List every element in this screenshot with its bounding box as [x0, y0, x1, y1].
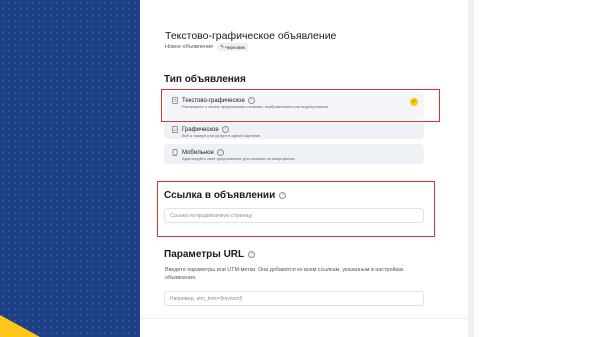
url-params-heading-label: Параметры URL — [164, 249, 245, 260]
ad-type-option-label: Графическое — [182, 126, 219, 133]
document-icon — [172, 97, 178, 104]
background-pattern — [0, 0, 140, 337]
ad-type-option-description: Всё о товаре или услуге в одной картинке — [182, 133, 261, 138]
page-title: Текстово-графическое объявление — [165, 30, 337, 42]
ad-type-option-description: Расскажите о своём предложении словами, … — [182, 104, 328, 109]
right-panel — [474, 0, 600, 337]
ad-type-option-label: Текстово-графическое — [182, 97, 245, 104]
url-params-input[interactable] — [164, 291, 424, 306]
ad-link-input[interactable] — [164, 208, 424, 223]
help-icon[interactable]: ? — [221, 126, 229, 133]
ad-type-option-description: Адаптируйте своё предложение для показов… — [182, 156, 295, 161]
ad-type-option-title: Графическое ? — [182, 126, 229, 133]
help-icon[interactable]: ? — [279, 192, 287, 199]
link-heading-label: Ссылка в объявлении — [164, 190, 276, 201]
url-params-heading: Параметры URL ? — [164, 249, 256, 260]
section-divider — [140, 318, 468, 319]
ad-type-option-label: Мобильное — [182, 149, 214, 156]
ad-type-option-graphic[interactable]: Графическое ? Всё о товаре или услуге в … — [164, 121, 424, 139]
ad-type-option-mobile[interactable]: Мобильное ? Адаптируйте своё предложение… — [164, 144, 424, 164]
ad-type-heading: Тип объявления — [164, 74, 246, 85]
smartphone-icon — [172, 149, 178, 156]
pencil-icon: ✎ — [220, 44, 224, 49]
url-params-description: Введите параметры или UTM-метки. Они доб… — [165, 267, 404, 281]
ad-type-option-title: Текстово-графическое ? — [182, 97, 255, 104]
status-badge: ✎ Черновик — [217, 43, 248, 51]
image-icon — [172, 126, 178, 133]
ad-type-option-title: Мобильное ? — [182, 149, 224, 156]
status-badge-label: Черновик — [225, 44, 245, 50]
ad-type-option-text-graphic[interactable]: Текстово-графическое ? Расскажите о своё… — [164, 92, 424, 119]
help-icon[interactable]: ? — [216, 149, 224, 156]
subtitle-row: Новое объявление ✎ Черновик — [165, 43, 248, 51]
link-heading: Ссылка в объявлении ? — [164, 190, 287, 201]
help-icon[interactable]: ? — [247, 97, 255, 104]
subtitle: Новое объявление — [165, 44, 214, 50]
help-icon[interactable]: ? — [248, 251, 256, 258]
checkmark-icon: ✓ — [410, 98, 418, 106]
